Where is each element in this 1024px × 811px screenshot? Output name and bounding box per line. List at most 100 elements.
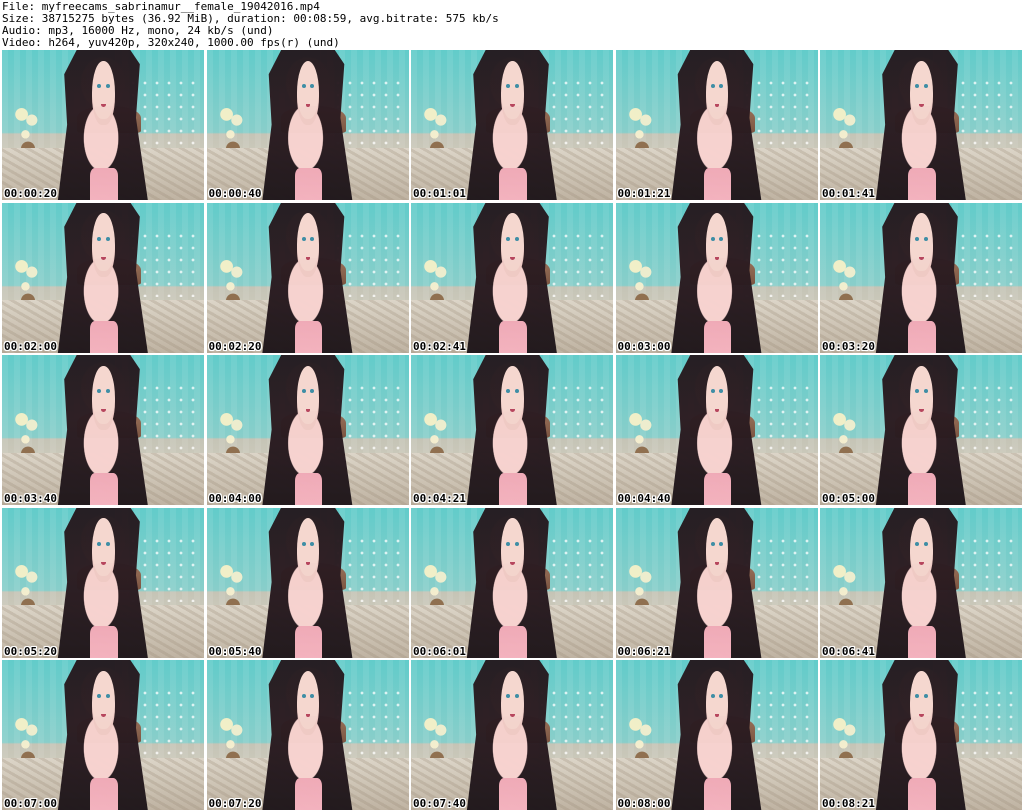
mouth	[919, 104, 924, 108]
face	[92, 670, 115, 735]
face	[501, 518, 524, 583]
face	[501, 213, 524, 278]
right-eye	[923, 389, 928, 394]
right-eye	[310, 541, 315, 546]
thumbnail-frame: 00:07:20	[206, 660, 409, 810]
right-eye	[105, 694, 110, 699]
timestamp-label: 00:05:00	[822, 492, 875, 505]
mouth	[714, 256, 720, 260]
mouth	[919, 714, 924, 718]
face	[501, 60, 524, 125]
left-eye	[301, 694, 306, 699]
timestamp-label: 00:05:20	[4, 644, 57, 658]
face	[705, 518, 729, 583]
person-silhouette	[260, 355, 355, 505]
mouth	[919, 561, 924, 565]
right-eye	[310, 694, 315, 699]
thumbnail-frame: 00:03:20	[820, 202, 1022, 353]
person-silhouette	[874, 202, 968, 353]
thumbnail-frame: 00:05:00	[820, 355, 1022, 505]
right-eye	[310, 236, 315, 241]
right-eye	[310, 389, 315, 394]
pink-top	[499, 320, 527, 353]
thumbnail-frame: 00:06:21	[615, 507, 818, 658]
person-silhouette	[874, 50, 968, 200]
timestamp-label: 00:06:41	[822, 644, 875, 658]
pink-top	[499, 473, 527, 505]
mouth	[510, 256, 515, 260]
timestamp-label: 00:07:40	[413, 797, 466, 810]
left-eye	[915, 541, 920, 546]
thumbnail-frame: 00:05:40	[206, 507, 409, 658]
pink-top	[90, 168, 118, 200]
person-silhouette	[465, 660, 559, 810]
pink-top	[90, 625, 118, 658]
thumbnail-frame: 00:05:20	[2, 507, 204, 658]
face	[705, 60, 729, 125]
timestamp-label: 00:00:20	[4, 187, 57, 200]
person-silhouette	[465, 507, 559, 658]
thumbnail-frame: 00:01:41	[820, 50, 1022, 200]
timestamp-label: 00:06:21	[617, 644, 671, 658]
pink-top	[703, 625, 732, 658]
right-eye	[719, 236, 724, 241]
timestamp-label: 00:02:41	[413, 339, 466, 353]
right-eye	[514, 389, 519, 394]
pink-top	[90, 778, 118, 810]
right-eye	[514, 236, 519, 241]
face	[296, 60, 320, 125]
timestamp-label: 00:02:00	[4, 339, 57, 353]
thumbnail-frame: 00:08:21	[820, 660, 1022, 810]
person-silhouette	[465, 50, 559, 200]
thumbnail-frame: 00:02:41	[411, 202, 613, 353]
right-eye	[105, 84, 110, 89]
person-silhouette	[260, 660, 355, 810]
thumbnail-frame: 00:00:20	[2, 50, 204, 200]
right-eye	[105, 389, 110, 394]
person-silhouette	[56, 660, 150, 810]
thumbnail-frame: 00:08:00	[615, 660, 818, 810]
right-eye	[514, 84, 519, 89]
person-silhouette	[874, 507, 968, 658]
timestamp-label: 00:03:40	[4, 492, 57, 505]
thumbnail-frame: 00:01:21	[615, 50, 818, 200]
thumbnail-frame: 00:00:40	[206, 50, 409, 200]
thumbnail-frame: 00:03:40	[2, 355, 204, 505]
mouth	[919, 256, 924, 260]
person-silhouette	[465, 355, 559, 505]
pink-top	[703, 778, 732, 810]
face	[705, 365, 729, 430]
right-eye	[514, 541, 519, 546]
thumbnail-frame: 00:02:20	[206, 202, 409, 353]
mouth	[101, 256, 106, 260]
thumbnail-frame: 00:01:01	[411, 50, 613, 200]
left-eye	[301, 84, 306, 89]
person-silhouette	[669, 202, 764, 353]
pink-top	[294, 778, 323, 810]
pink-top	[90, 473, 118, 505]
left-eye	[97, 694, 102, 699]
pink-top	[294, 625, 323, 658]
timestamp-label: 00:01:01	[413, 187, 466, 200]
person-silhouette	[56, 355, 150, 505]
person-silhouette	[874, 355, 968, 505]
face	[910, 60, 933, 125]
mouth	[714, 409, 720, 413]
mouth	[101, 561, 106, 565]
thumbnail-frame: 00:07:00	[2, 660, 204, 810]
left-eye	[710, 84, 715, 89]
left-eye	[506, 84, 511, 89]
mouth	[510, 561, 515, 565]
timestamp-label: 00:01:21	[617, 187, 671, 200]
mouth	[101, 104, 106, 108]
left-eye	[97, 236, 102, 241]
timestamp-label: 00:00:40	[208, 187, 262, 200]
thumbnail-frame: 00:03:00	[615, 202, 818, 353]
pink-top	[294, 168, 323, 200]
size-line: Size: 38715275 bytes (36.92 MiB), durati…	[2, 13, 499, 25]
face	[910, 213, 933, 278]
right-eye	[923, 236, 928, 241]
pink-top	[908, 473, 936, 505]
mouth	[510, 104, 515, 108]
left-eye	[506, 236, 511, 241]
